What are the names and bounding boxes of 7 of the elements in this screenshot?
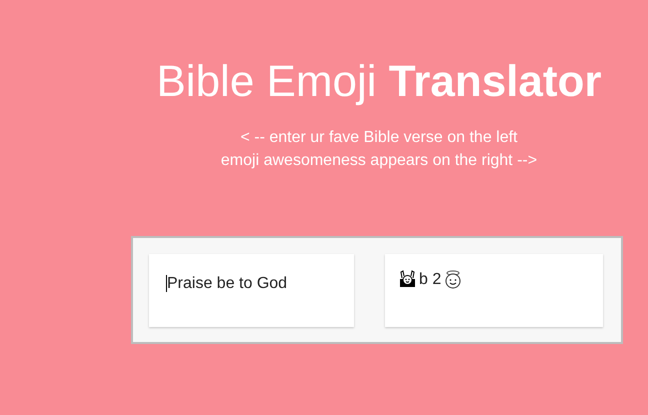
verse-input[interactable]: Praise be to God [149, 254, 354, 327]
subtitle-line: < -- enter ur fave Bible verse on the left [240, 128, 518, 148]
page-title: Bible Emoji Translator [156, 60, 602, 104]
output-text: b 2 [419, 270, 442, 290]
halo-face-icon [444, 270, 462, 289]
person-raising-hands-icon [399, 270, 416, 288]
subtitle-line: emoji awesomeness appears on the right --> [220, 151, 538, 171]
